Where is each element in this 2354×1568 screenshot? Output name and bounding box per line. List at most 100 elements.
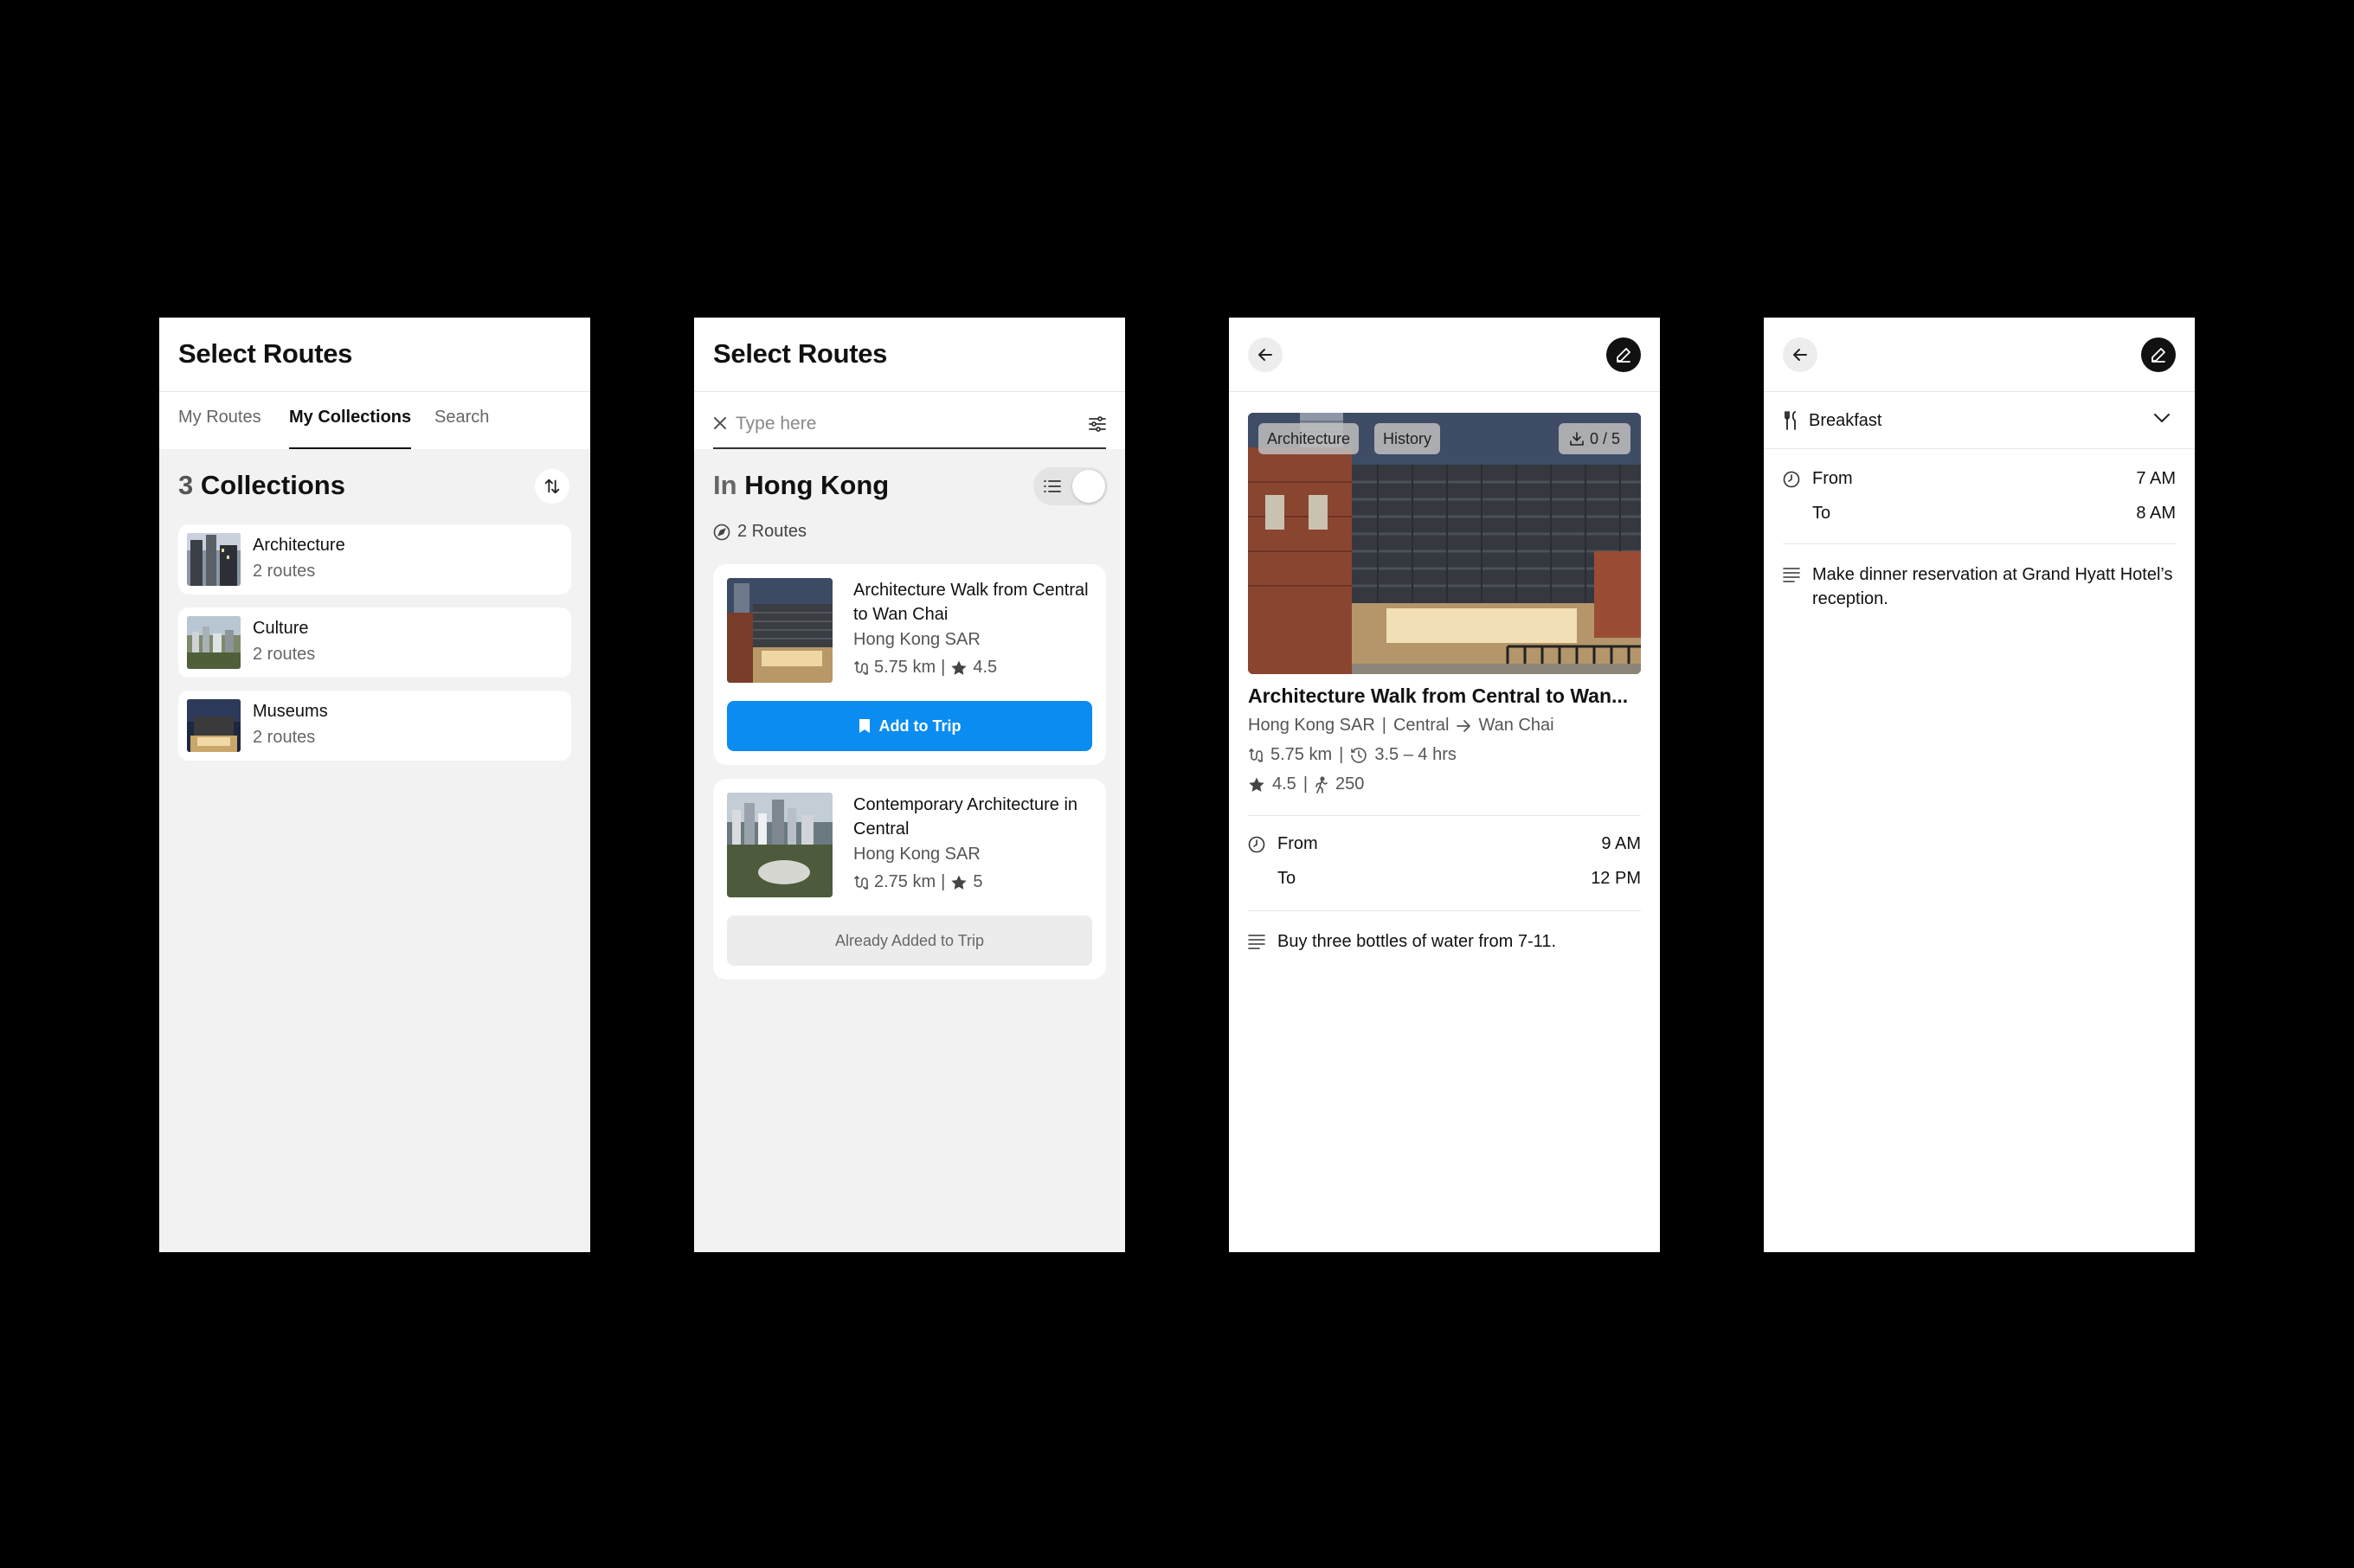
filter-icon[interactable] [1089,416,1106,432]
route-thumbnail [727,793,833,897]
compass-icon [713,524,730,541]
note-text: Buy three bottles of water from 7-11. [1277,932,1557,951]
sort-icon [543,477,562,496]
route-stats-row: 5.75 km | 3.5 – 4 hrs [1248,745,1457,765]
from-label: From [1812,469,1853,488]
add-to-trip-label: Add to Trip [878,717,962,735]
meal-select[interactable]: Breakfast [1764,392,2195,449]
tab-search[interactable]: Search [434,408,489,449]
route-to-place: Wan Chai [1478,716,1554,735]
collection-thumbnail [187,699,241,752]
route-location: Hong Kong SAR [853,630,981,649]
route-location-row: Hong Kong SAR | Central Wan Chai [1248,716,1554,736]
sort-button[interactable] [535,469,569,504]
collection-item-architecture[interactable]: Architecture 2 routes [178,524,571,594]
from-time: 7 AM [2136,469,2176,488]
toggle-knob [1072,470,1105,503]
notes-icon [1248,934,1265,949]
screen-select-routes-search: Select Routes In Hong Kong 2 Routes [694,318,1125,1252]
route-meta: 2.75 km | 5 [853,872,982,892]
collections-label: Collections [200,470,345,500]
clock-icon [1248,836,1265,853]
collection-route-count: 2 routes [253,562,316,581]
header [1229,318,1660,392]
walker-icon [1315,775,1328,794]
back-arrow-icon [1257,346,1274,363]
routes-count-label: 2 Routes [737,522,807,541]
edit-button[interactable] [1606,337,1641,372]
tag-architecture[interactable]: Architecture [1258,423,1360,454]
route-distance: 5.75 km [874,658,936,677]
note-text: Make dinner reservation at Grand Hyatt H… [1812,565,2173,608]
route-rating: 4.5 [1272,774,1296,794]
chevron-down-icon [2153,413,2171,423]
to-time: 8 AM [2136,504,2176,523]
save-icon [1569,431,1585,447]
view-mode-toggle[interactable] [1033,467,1108,505]
screen-activity-detail: Breakfast From 7 AM To 8 AM Make dinner … [1764,318,2195,1252]
route-card[interactable]: Architecture Walk from Central to Wan Ch… [713,564,1106,765]
tag-history[interactable]: History [1374,423,1441,454]
tab-my-routes[interactable]: My Routes [178,408,261,449]
to-label: To [1812,504,1831,523]
route-card[interactable]: Contemporary Architecture in Central Hon… [713,779,1106,980]
back-arrow-icon [1791,346,1809,363]
back-button[interactable] [1248,337,1283,372]
collection-item-museums[interactable]: Museums 2 routes [178,691,571,761]
from-label: From [1277,834,1318,853]
edit-button[interactable] [2141,337,2176,372]
edit-icon [1615,346,1632,363]
add-to-trip-button[interactable]: Add to Trip [727,701,1092,751]
collection-route-count: 2 routes [253,728,316,747]
route-walkers: 250 [1335,774,1365,794]
arrow-right-icon [1456,719,1471,733]
clock-icon [1350,747,1367,764]
route-title: Architecture Walk from Central to Wan... [1248,684,1629,707]
from-time: 9 AM [1601,834,1641,853]
star-icon [950,874,968,891]
save-count-badge[interactable]: 0 / 5 [1558,423,1630,454]
route-distance: 2.75 km [874,872,936,891]
to-label: To [1277,869,1296,888]
meal-label: Breakfast [1809,411,1882,430]
location-name: Hong Kong [744,470,890,500]
route-distance: 5.75 km [1270,745,1333,764]
search-input[interactable] [736,411,1047,437]
collection-name: Museums [253,702,328,721]
to-time: 12 PM [1591,869,1641,888]
screen-select-routes-collections: Select Routes My Routes My Collections S… [159,318,590,1252]
location-prefix: In [713,470,737,500]
bookmark-icon [859,718,871,734]
header: Select Routes [694,318,1125,392]
route-thumbnail [727,578,833,683]
location-heading: In Hong Kong [713,470,889,501]
collection-name: Culture [253,619,309,638]
route-rating-row: 4.5 | 250 [1248,774,1364,794]
meta-separator: | [1339,745,1344,764]
divider [1248,910,1641,911]
search-bar [694,392,1125,449]
route-meta: 5.75 km | 4.5 [853,658,997,678]
tab-my-collections[interactable]: My Collections [289,408,412,449]
close-icon[interactable] [713,416,727,430]
route-from-place: Central [1392,716,1450,735]
edit-icon [2150,346,2167,363]
route-location: Hong Kong SAR [853,845,981,864]
page-title: Select Routes [178,338,353,369]
collection-thumbnail [187,616,241,669]
header [1764,318,2195,392]
meta-separator: | [941,658,946,677]
collection-thumbnail [187,533,241,586]
route-title: Architecture Walk from Central to Wan Ch… [853,581,1089,624]
star-icon [1248,776,1265,794]
route-location: Hong Kong SAR [1248,716,1375,735]
back-button[interactable] [1783,337,1817,372]
route-icon [1248,748,1264,763]
collections-count: 3 [178,470,194,500]
collection-item-culture[interactable]: Culture 2 routes [178,607,571,678]
meta-separator: | [1302,774,1309,794]
notes-icon [1783,567,1800,582]
already-added-button[interactable]: Already Added to Trip [727,916,1092,966]
route-rating: 4.5 [973,658,998,677]
list-view-icon [1044,479,1061,493]
